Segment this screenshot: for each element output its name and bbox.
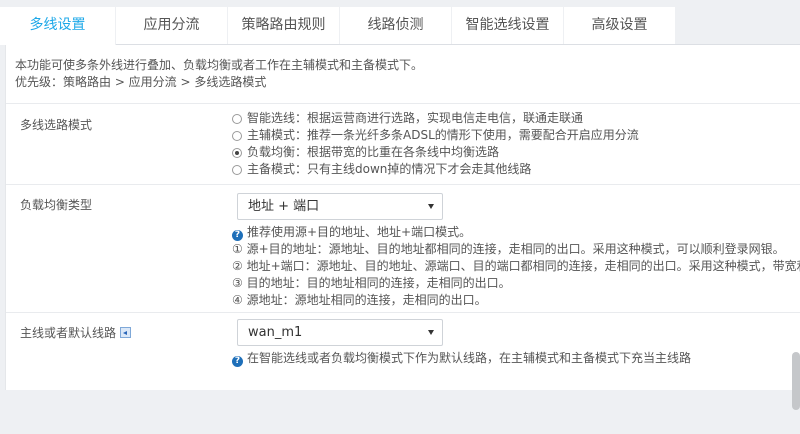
help-line: ③ 目的地址：目的地址相同的连接，走相同的出口。 (232, 276, 511, 290)
default-line-help: ? 在智能选线或者负载均衡模式下作为默认线路，在主辅模式和主备模式下充当主线路 (232, 350, 691, 367)
help-line: ① 源+目的地址：源地址、目的地址都相同的连接，走相同的出口。采用这种模式，可以… (232, 242, 785, 256)
tab-app-split[interactable]: 应用分流 (116, 7, 228, 44)
radio-checked-icon[interactable] (232, 147, 242, 158)
mode-option-smart[interactable]: 智能选线：根据运营商进行选路，实现电信走电信，联通走联通 (232, 110, 583, 127)
info-icon[interactable] (120, 327, 132, 338)
help-line: ④ 源地址：源地址相同的连接，走相同的出口。 (232, 293, 487, 307)
radio-icon[interactable] (232, 130, 242, 141)
divider (6, 184, 800, 185)
divider (6, 103, 800, 104)
balance-help: ? 推荐使用源+目的地址、地址+端口模式。 ① 源+目的地址：源地址、目的地址都相… (232, 224, 800, 309)
radio-icon[interactable] (232, 113, 242, 124)
chevron-down-icon (428, 204, 434, 209)
default-line-label: 主线或者默认线路 (20, 324, 132, 341)
tab-policy-route[interactable]: 策略路由规则 (228, 7, 340, 44)
help-line: ② 地址+端口：源地址、目的地址、源端口、目的端口都相同的连接，走相同的出口。采… (232, 259, 800, 273)
settings-panel: 本功能可使多条外线进行叠加、负载均衡或者工作在主辅模式和主备模式下。 优先级：策… (5, 45, 800, 390)
help-text: 在智能选线或者负载均衡模式下作为默认线路，在主辅模式和主备模式下充当主线路 (247, 351, 692, 365)
intro-text: 本功能可使多条外线进行叠加、负载均衡或者工作在主辅模式和主备模式下。 优先级：策… (15, 57, 423, 91)
balance-type-value: 地址 + 端口 (248, 199, 320, 214)
intro-line-1: 本功能可使多条外线进行叠加、负载均衡或者工作在主辅模式和主备模式下。 (15, 58, 424, 72)
mode-label: 多线选路模式 (20, 118, 93, 132)
mode-option-label: 主备模式：只有主线down掉的情况下才会走其他线路 (247, 162, 532, 176)
mode-option-label: 负载均衡：根据带宽的比重在各条线中均衡选路 (247, 145, 500, 159)
divider (6, 312, 800, 313)
balance-type-select[interactable]: 地址 + 端口 (237, 193, 443, 220)
help-text: 推荐使用源+目的地址、地址+端口模式。 (247, 225, 472, 239)
mode-option-load-balance[interactable]: 负载均衡：根据带宽的比重在各条线中均衡选路 (232, 144, 499, 161)
mode-option-primary-backup[interactable]: 主备模式：只有主线down掉的情况下才会走其他线路 (232, 161, 531, 178)
mode-option-primary-secondary[interactable]: 主辅模式：推荐一条光纤多条ADSL的情形下使用，需要配合开启应用分流 (232, 127, 639, 144)
default-line-select[interactable]: wan_m1 (237, 319, 443, 346)
mode-option-label: 主辅模式：推荐一条光纤多条ADSL的情形下使用，需要配合开启应用分流 (247, 128, 639, 142)
default-line-value: wan_m1 (248, 325, 303, 340)
tab-line-detect[interactable]: 线路侦测 (340, 7, 452, 44)
tab-bar: 多线设置 应用分流 策略路由规则 线路侦测 智能选线设置 高级设置 (0, 0, 800, 45)
default-line-label-text: 主线或者默认线路 (20, 326, 117, 340)
help-line: ? 推荐使用源+目的地址、地址+端口模式。 (232, 224, 800, 241)
radio-icon[interactable] (232, 164, 242, 175)
tab-advanced[interactable]: 高级设置 (564, 7, 676, 44)
intro-line-2: 优先级：策略路由 > 应用分流 > 多线选路模式 (15, 75, 267, 89)
balance-type-label: 负载均衡类型 (20, 198, 93, 212)
tab-smart-select[interactable]: 智能选线设置 (452, 7, 564, 44)
question-icon: ? (232, 230, 243, 241)
tab-multiline[interactable]: 多线设置 (0, 7, 116, 45)
chevron-down-icon (428, 330, 434, 335)
question-icon: ? (232, 356, 243, 367)
mode-option-label: 智能选线：根据运营商进行选路，实现电信走电信，联通走联通 (247, 111, 584, 125)
scrollbar[interactable] (792, 352, 800, 410)
